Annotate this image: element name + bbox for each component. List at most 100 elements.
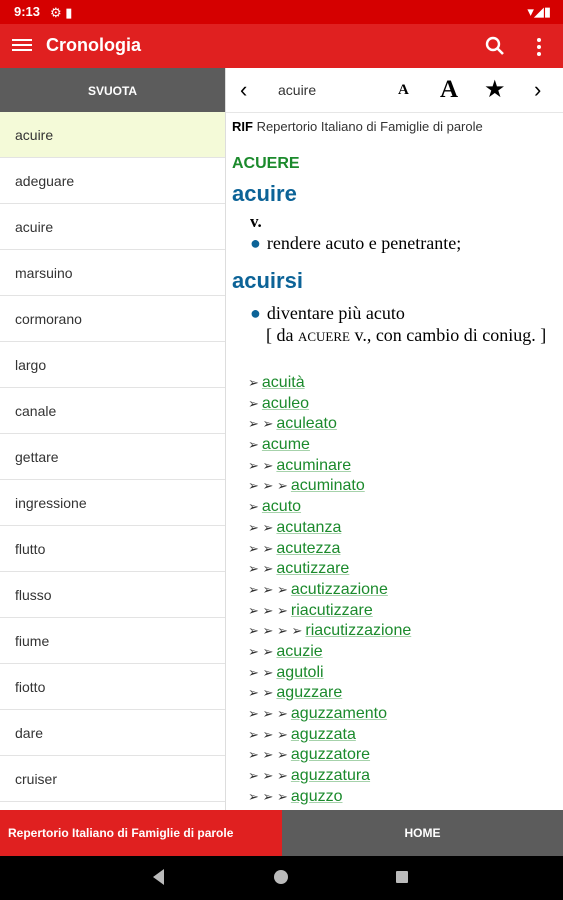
family-word-link[interactable]: aguzzatura: [291, 767, 370, 784]
family-word-link[interactable]: acutanza: [276, 519, 341, 536]
family-word-link[interactable]: acuzie: [276, 643, 322, 660]
arrow-icon: ➢ ➢: [248, 643, 274, 659]
history-item[interactable]: largo: [0, 342, 225, 388]
family-word-link[interactable]: acume: [262, 436, 310, 453]
source-line: RIF Repertorio Italiano di Famiglie di p…: [232, 119, 555, 134]
history-item[interactable]: fiotto: [0, 664, 225, 710]
etymology-rest: v., con cambio di coniug. ]: [349, 325, 547, 345]
arrow-icon: ➢ ➢ ➢: [248, 788, 288, 804]
entry-content: RIF Repertorio Italiano di Famiglie di p…: [226, 113, 563, 807]
family-word-link[interactable]: acuità: [262, 374, 305, 391]
definition-text: rendere acuto e penetrante;: [266, 233, 462, 253]
entry-toolbar: ‹ acuire A A ★ ›: [226, 68, 563, 113]
family-word-link[interactable]: riacutizzare: [291, 602, 373, 619]
family-row: ➢ ➢ ➢ ➢ riacutizzazione: [232, 621, 555, 642]
family-word-link[interactable]: aguzzata: [291, 726, 356, 743]
more-vert-icon[interactable]: [532, 36, 546, 58]
family-word-link[interactable]: aguzzamento: [291, 705, 387, 722]
family-head-link[interactable]: ACUERE: [232, 155, 555, 173]
decrease-font-button[interactable]: A: [398, 68, 409, 112]
family-word-link[interactable]: acutezza: [276, 540, 340, 557]
favorite-star-icon[interactable]: ★: [484, 68, 506, 112]
family-row: ➢ ➢ acuminare: [232, 456, 555, 477]
word-family-list: ➢ acuità ➢ aculeo ➢ ➢ aculeato ➢ acume ➢ ➢ acumin…: [232, 373, 555, 807]
wifi-signal-battery-icons: ▾◢▮: [527, 4, 551, 19]
history-panel: SVUOTA acuire adeguare acuire marsuino c…: [0, 68, 226, 810]
current-word: acuire: [278, 82, 317, 98]
family-row: ➢ acuto: [232, 497, 555, 518]
family-word-link[interactable]: acuto: [262, 498, 301, 515]
history-item[interactable]: canale: [0, 388, 225, 434]
home-icon[interactable]: [274, 870, 288, 884]
entry-panel: ‹ acuire A A ★ › RIF Repertorio Italiano…: [226, 68, 563, 810]
previous-entry-chevron-icon[interactable]: ‹: [240, 68, 247, 112]
recents-icon[interactable]: [396, 871, 408, 883]
definition: ● diventare più acuto: [250, 302, 555, 324]
history-item[interactable]: acuire: [0, 112, 225, 158]
arrow-icon: ➢: [248, 499, 259, 515]
home-tab[interactable]: HOME: [282, 810, 563, 856]
family-word-link[interactable]: aguzzatore: [291, 746, 370, 763]
arrow-icon: ➢ ➢ ➢: [248, 581, 288, 597]
family-word-link[interactable]: aguzzare: [276, 684, 342, 701]
source-name: Repertorio Italiano di Famiglie di parol…: [252, 119, 483, 134]
family-row: ➢ ➢ acuzie: [232, 642, 555, 663]
arrow-icon: ➢ ➢ ➢: [248, 726, 288, 742]
history-item[interactable]: fiume: [0, 618, 225, 664]
arrow-icon: ➢ ➢ ➢ ➢: [248, 623, 303, 639]
menu-icon[interactable]: [12, 36, 32, 56]
arrow-icon: ➢: [248, 437, 259, 453]
source-tab[interactable]: Repertorio Italiano di Famiglie di parol…: [0, 810, 282, 856]
history-item[interactable]: flutto: [0, 526, 225, 572]
family-word-link[interactable]: aculeo: [262, 395, 309, 412]
increase-font-button[interactable]: A: [440, 68, 458, 112]
history-item[interactable]: marsuino: [0, 250, 225, 296]
family-word-link[interactable]: acuminare: [276, 457, 351, 474]
history-list: acuire adeguare acuire marsuino cormoran…: [0, 112, 225, 802]
family-word-link[interactable]: riacutizzazione: [305, 622, 411, 639]
clear-history-button[interactable]: SVUOTA: [0, 68, 225, 112]
system-nav-bar: [0, 856, 563, 900]
arrow-icon: ➢ ➢: [248, 561, 274, 577]
history-item[interactable]: cormorano: [0, 296, 225, 342]
back-icon[interactable]: [153, 869, 164, 885]
arrow-icon: ➢ ➢: [248, 685, 274, 701]
history-item[interactable]: dare: [0, 710, 225, 756]
history-item[interactable]: adeguare: [0, 158, 225, 204]
family-row: ➢ ➢ ➢ aguzzamento: [232, 704, 555, 725]
etymology-root: acuere: [297, 325, 350, 345]
history-item[interactable]: acuire: [0, 204, 225, 250]
history-item[interactable]: ingressione: [0, 480, 225, 526]
family-word-link[interactable]: agutoli: [276, 664, 323, 681]
arrow-icon: ➢ ➢ ➢: [248, 768, 288, 784]
family-word-link[interactable]: acuminato: [291, 477, 365, 494]
bottom-bar: Repertorio Italiano di Famiglie di parol…: [0, 810, 563, 856]
bullet-icon: ●: [250, 233, 261, 253]
family-row: ➢ aculeo: [232, 394, 555, 415]
family-row: ➢ ➢ ➢ aguzzatore: [232, 745, 555, 766]
arrow-icon: ➢ ➢: [248, 457, 274, 473]
family-word-link[interactable]: acutizzare: [276, 560, 349, 577]
source-abbr: RIF: [232, 119, 253, 134]
definition: ● rendere acuto e penetrante;: [250, 232, 555, 254]
history-item[interactable]: cruiser: [0, 756, 225, 802]
family-word-link[interactable]: acutizzazione: [291, 581, 388, 598]
definition-text: diventare più acuto: [266, 303, 405, 323]
family-word-link[interactable]: aculeato: [276, 415, 337, 432]
arrow-icon: ➢ ➢ ➢: [248, 747, 288, 763]
etymology-open: [ da: [266, 325, 298, 345]
search-icon[interactable]: [484, 35, 506, 57]
bullet-icon: ●: [250, 303, 261, 323]
family-row: ➢ ➢ ➢ aguzzata: [232, 725, 555, 746]
family-row: ➢ ➢ ➢ acuminato: [232, 476, 555, 497]
family-word-link[interactable]: aguzzo: [291, 788, 343, 805]
next-entry-chevron-icon[interactable]: ›: [534, 68, 541, 112]
family-row: ➢ ➢ aculeato: [232, 414, 555, 435]
history-item[interactable]: flusso: [0, 572, 225, 618]
family-row: ➢ ➢ ➢ aguzzo: [232, 787, 555, 808]
family-row: ➢ acuità: [232, 373, 555, 394]
headword: acuire: [232, 181, 297, 206]
family-row: ➢ ➢ aguzzare: [232, 683, 555, 704]
history-item[interactable]: gettare: [0, 434, 225, 480]
status-time: 9:13: [14, 4, 41, 19]
